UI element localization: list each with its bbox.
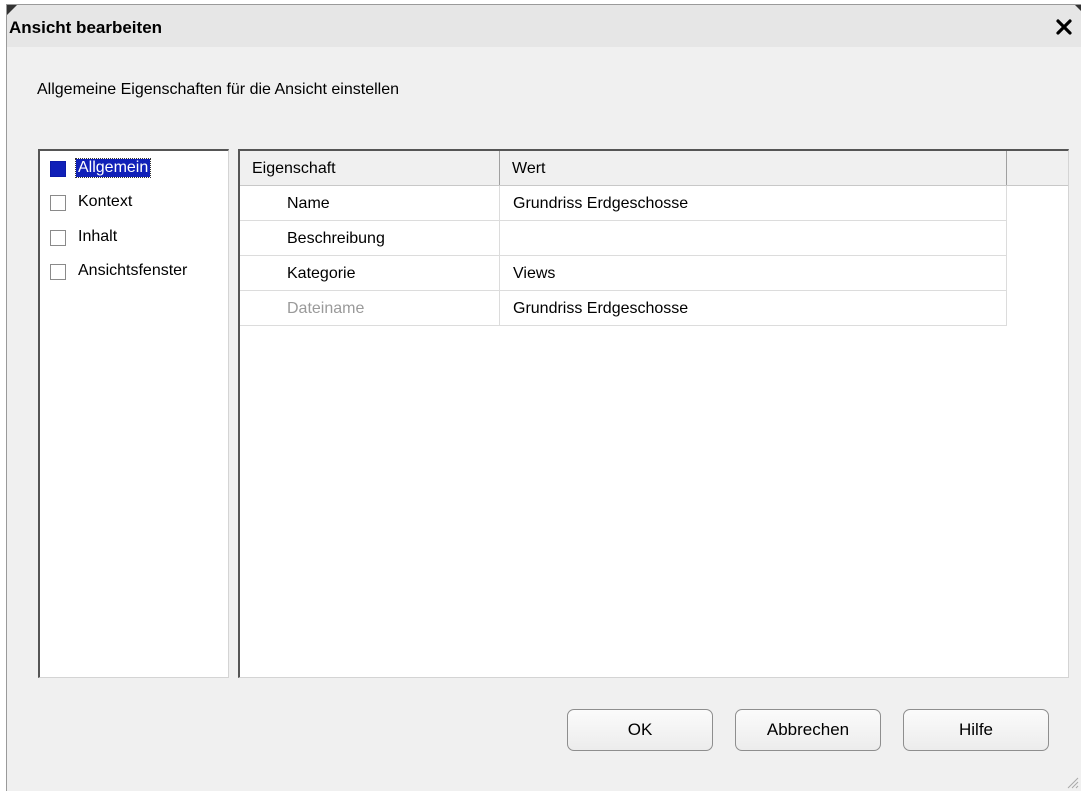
window-corner-decoration-right [1075, 5, 1081, 11]
nav-item-checkbox[interactable] [50, 230, 66, 246]
property-value-cell[interactable]: Grundriss Erdgeschosse [500, 291, 1007, 325]
close-icon[interactable] [1053, 16, 1075, 38]
window-corner-decoration [7, 5, 17, 15]
property-name-cell: Name [240, 186, 500, 220]
property-value-cell[interactable]: Views [500, 256, 1007, 290]
dialog-title: Ansicht bearbeiten [9, 18, 163, 37]
help-button[interactable]: Hilfe [903, 709, 1049, 751]
table-row[interactable]: Beschreibung [240, 221, 1007, 256]
resize-grip-icon[interactable] [1065, 775, 1079, 789]
property-value-cell[interactable]: Grundriss Erdgeschosse [500, 186, 1007, 220]
table-header: Eigenschaft Wert [240, 151, 1068, 186]
nav-item-label: Kontext [78, 193, 133, 210]
nav-item-label: Inhalt [78, 228, 118, 245]
nav-item-checkbox[interactable] [50, 195, 66, 211]
table-row[interactable]: Dateiname Grundriss Erdgeschosse [240, 291, 1007, 326]
property-name-cell: Dateiname [240, 291, 500, 325]
table-row[interactable]: Name Grundriss Erdgeschosse [240, 186, 1007, 221]
nav-item-label: Ansichtsfenster [78, 262, 188, 279]
property-value-cell[interactable] [500, 221, 1007, 255]
property-name-cell: Beschreibung [240, 221, 500, 255]
category-list: Allgemein Kontext Inhalt Ansichtsfenster [38, 149, 229, 678]
nav-item-checkbox[interactable] [50, 161, 66, 177]
dialog-subtitle: Allgemeine Eigenschaften für die Ansicht… [37, 81, 399, 98]
properties-table: Eigenschaft Wert Name Grundriss Erdgesch… [238, 149, 1069, 678]
title-bar[interactable]: Ansicht bearbeiten [7, 5, 1081, 47]
panel-splitter[interactable] [229, 149, 238, 678]
column-header-property[interactable]: Eigenschaft [240, 151, 500, 185]
nav-item-checkbox[interactable] [50, 264, 66, 280]
ok-button[interactable]: OK [567, 709, 713, 751]
edit-view-dialog: Ansicht bearbeiten Allgemeine Eigenschaf… [6, 4, 1081, 791]
table-row[interactable]: Kategorie Views [240, 256, 1007, 291]
column-header-value[interactable]: Wert [500, 151, 1007, 185]
property-name-cell: Kategorie [240, 256, 500, 290]
cancel-button[interactable]: Abbrechen [735, 709, 881, 751]
nav-item-label: Allgemein [74, 158, 152, 178]
